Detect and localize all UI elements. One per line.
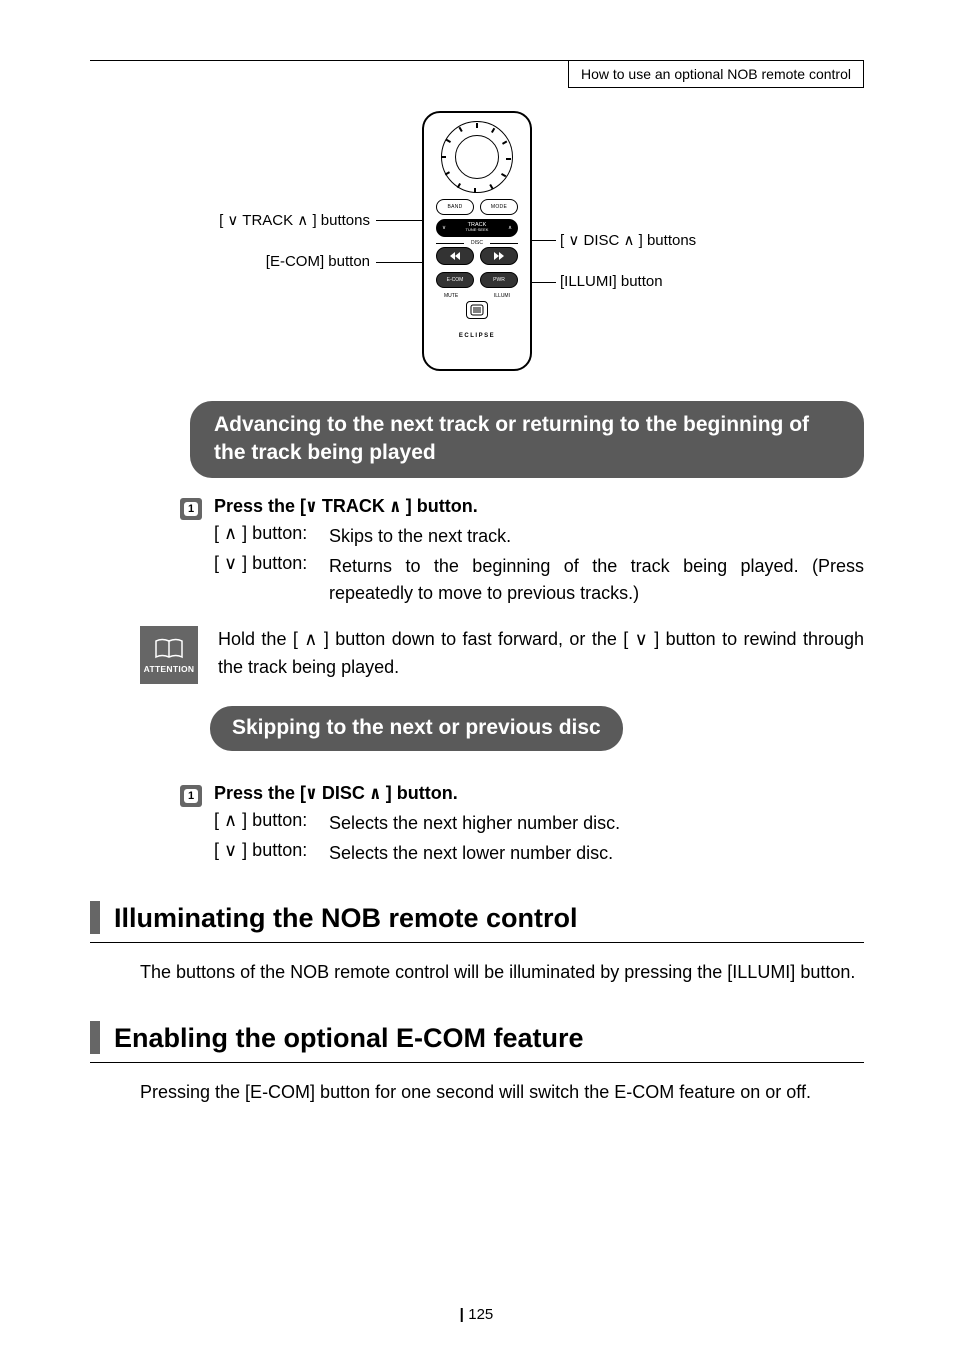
remote-band-button: BAND — [436, 199, 474, 215]
up-button-label: [ ∧ ] button: — [214, 523, 319, 551]
attention-label: ATTENTION — [144, 664, 195, 674]
step-number-badge: 1 — [180, 785, 202, 807]
down-button-label: [ ∨ ] button: — [214, 840, 319, 868]
remote-illustration: BAND MODE ∨ TRACKTUNE·SEEK ∧ DISC E-COM … — [422, 111, 532, 371]
remote-illumi-button — [466, 301, 488, 319]
callout-illumi-button-label: [ILLUMI] button — [560, 273, 663, 290]
remote-disc-label: DISC — [436, 240, 518, 246]
up-button-desc: Skips to the next track. — [329, 523, 864, 551]
up-button-desc: Selects the next higher number disc. — [329, 810, 864, 838]
remote-mode-button: MODE — [480, 199, 518, 215]
remote-mute-label: MUTE — [444, 293, 458, 299]
section-illuminating: Illuminating the NOB remote control — [90, 901, 864, 943]
callout-track-buttons: [ ∨ TRACK ∧ ] buttons — [160, 211, 370, 229]
remote-pwr-button: PWR — [480, 272, 518, 288]
section-title: Enabling the optional E-COM feature — [114, 1021, 584, 1054]
remote-track-bar: ∨ TRACKTUNE·SEEK ∧ — [436, 219, 518, 237]
remote-diagram: [ ∨ TRACK ∧ ] buttons [E-COM] button [ ∨… — [90, 111, 864, 401]
up-button-label: [ ∧ ] button: — [214, 810, 319, 838]
section-banner-advance-track: Advancing to the next track or returning… — [190, 401, 864, 478]
attention-text: Hold the [ ∧ ] button down to fast forwa… — [218, 626, 864, 682]
remote-disc-down — [436, 247, 474, 265]
remote-disc-up — [480, 247, 518, 265]
callout-illumi-button: [ILLUMI] button — [560, 273, 663, 290]
page-number: 125 — [461, 1306, 494, 1323]
down-button-desc: Returns to the beginning of the track be… — [329, 553, 864, 609]
callout-disc-buttons: [ ∨ DISC ∧ ] buttons — [560, 231, 696, 249]
header-title: How to use an optional NOB remote contro… — [568, 60, 864, 88]
remote-brand: ECLIPSE — [459, 333, 495, 339]
remote-dial — [441, 121, 513, 193]
callout-disc-buttons-label: [ ∨ DISC ∧ ] buttons — [560, 232, 696, 249]
callout-ecom-button: [E-COM] button — [160, 253, 370, 270]
up-chevron-icon: ∧ — [508, 225, 512, 231]
step-1-track: 1 Press the [∨ TRACK ∧ ] button. [ ∧ ] b… — [180, 496, 864, 609]
callout-track-buttons-label: [ ∨ TRACK ∧ ] buttons — [219, 212, 370, 229]
remote-ecom-button: E-COM — [436, 272, 474, 288]
down-button-desc: Selects the next lower number disc. — [329, 840, 864, 868]
section-accent-bar — [90, 901, 100, 934]
step-number-badge: 1 — [180, 498, 202, 520]
step-1-disc: 1 Press the [∨ DISC ∧ ] button. [ ∧ ] bu… — [180, 783, 864, 868]
remote-illumi-label: ILLUMI — [494, 293, 510, 299]
attention-note: ATTENTION Hold the [ ∧ ] button down to … — [140, 626, 864, 684]
leader-line — [376, 220, 426, 221]
section-accent-bar — [90, 1021, 100, 1054]
leader-line — [376, 262, 426, 263]
header-rule: How to use an optional NOB remote contro… — [90, 60, 864, 61]
section-ecom: Enabling the optional E-COM feature — [90, 1021, 864, 1063]
callout-ecom-button-label: [E-COM] button — [266, 253, 370, 270]
section-title: Illuminating the NOB remote control — [114, 901, 578, 934]
down-button-label: [ ∨ ] button: — [214, 553, 319, 609]
section-banner-skip-disc: Skipping to the next or previous disc — [210, 706, 623, 750]
step-1-heading: Press the [∨ TRACK ∧ ] button. — [214, 496, 864, 517]
section-ecom-body: Pressing the [E-COM] button for one seco… — [140, 1079, 864, 1107]
step-2-heading: Press the [∨ DISC ∧ ] button. — [214, 783, 864, 804]
attention-badge: ATTENTION — [140, 626, 198, 684]
book-icon — [154, 637, 184, 661]
section-illuminating-body: The buttons of the NOB remote control wi… — [140, 959, 864, 987]
